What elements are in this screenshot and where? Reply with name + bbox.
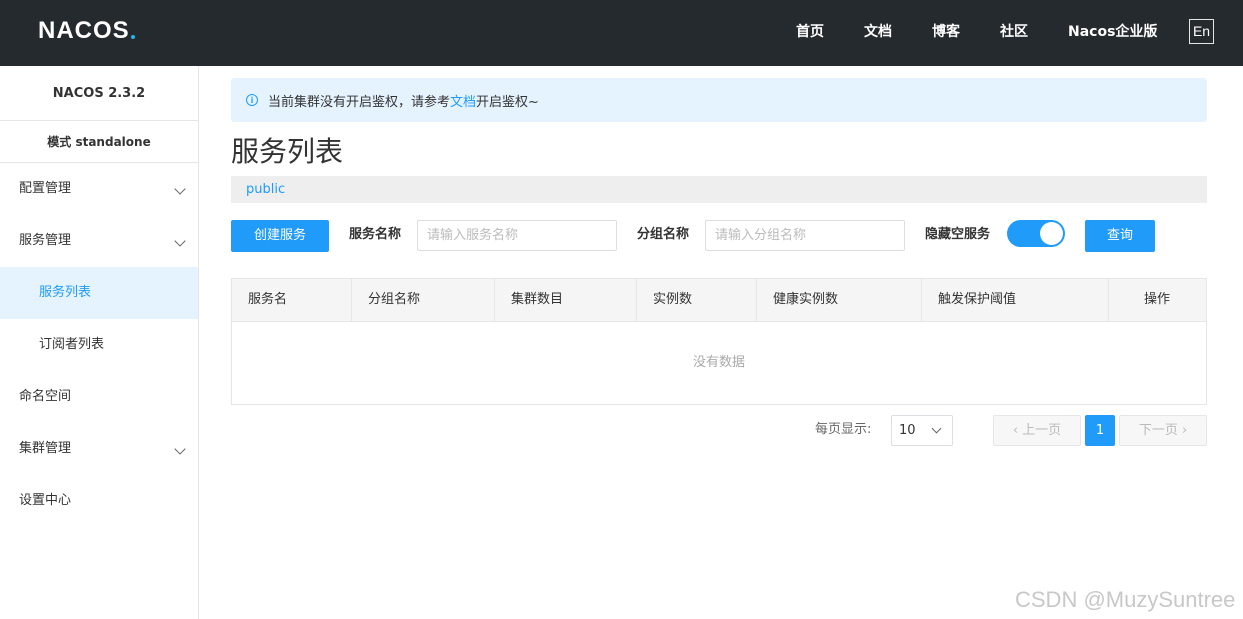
column-header-actions: 操作 bbox=[1144, 292, 1171, 307]
group-name-label: 分组名称 bbox=[637, 227, 690, 242]
prev-page-button[interactable]: ‹ 上一页 bbox=[993, 415, 1081, 446]
next-page-label: 下一页 bbox=[1138, 423, 1178, 438]
namespace-bar: public bbox=[231, 176, 1207, 203]
page-size-value: 10 bbox=[899, 423, 916, 438]
group-name-input[interactable]: 请输入分组名称 bbox=[705, 220, 905, 251]
chevron-down-icon bbox=[174, 183, 186, 195]
namespace-public[interactable]: public bbox=[246, 182, 285, 197]
nav-docs[interactable]: 文档 bbox=[864, 22, 892, 42]
hide-empty-toggle[interactable] bbox=[1007, 220, 1065, 247]
sidebar-item-service-list[interactable]: 服务列表 bbox=[0, 267, 198, 319]
version-label: NACOS 2.3.2 bbox=[0, 66, 198, 121]
sidebar-item-namespace[interactable]: 命名空间 bbox=[0, 371, 198, 423]
chevron-down-icon bbox=[931, 423, 942, 434]
watermark-text: CSDN @MuzySuntree bbox=[1015, 587, 1236, 612]
column-header-protect-threshold[interactable]: 触发保护阈值 bbox=[922, 279, 1109, 321]
docs-link[interactable]: 文档 bbox=[450, 91, 476, 110]
nav-blog[interactable]: 博客 bbox=[932, 22, 960, 42]
sidebar: NACOS 2.3.2 模式 standalone 配置管理 服务管理 服务列表… bbox=[0, 66, 199, 619]
table-header: 服务名 分组名称 集群数目 实例数 健康实例数 触发保护阈值 操作 bbox=[232, 279, 1206, 322]
query-button[interactable]: 查询 bbox=[1085, 220, 1155, 252]
sidebar-item-label: 配置管理 bbox=[19, 181, 72, 196]
sidebar-item-label: 集群管理 bbox=[19, 441, 72, 456]
sidebar-item-label: 设置中心 bbox=[19, 493, 72, 508]
page-size-select[interactable]: 10 bbox=[891, 415, 953, 446]
sidebar-item-config-management[interactable]: 配置管理 bbox=[0, 163, 198, 215]
page-title: 服务列表 bbox=[231, 135, 344, 168]
language-toggle-button[interactable]: En bbox=[1189, 19, 1214, 44]
top-navbar: NACOS 首页 文档 博客 社区 Nacos企业版 En bbox=[0, 0, 1243, 66]
sidebar-item-subscriber-list[interactable]: 订阅者列表 bbox=[0, 319, 198, 371]
info-icon: i bbox=[246, 94, 258, 106]
auth-notice: i 当前集群没有开启鉴权，请参考 文档 开启鉴权~ bbox=[231, 78, 1207, 122]
page-size-label: 每页显示: bbox=[815, 422, 872, 437]
column-header-cluster-count[interactable]: 集群数目 bbox=[495, 279, 637, 321]
sidebar-item-settings[interactable]: 设置中心 bbox=[0, 475, 198, 527]
sidebar-item-service-management[interactable]: 服务管理 bbox=[0, 215, 198, 267]
next-page-button[interactable]: 下一页 › bbox=[1119, 415, 1207, 446]
logo-text: NACOS bbox=[38, 17, 130, 44]
service-name-label: 服务名称 bbox=[349, 227, 402, 242]
notice-suffix: 开启鉴权~ bbox=[476, 94, 539, 110]
notice-prefix: 当前集群没有开启鉴权，请参考 bbox=[268, 94, 451, 110]
chevron-down-icon bbox=[174, 235, 186, 247]
sidebar-item-label: 服务列表 bbox=[39, 285, 92, 300]
nav-home[interactable]: 首页 bbox=[796, 22, 824, 42]
create-service-button[interactable]: 创建服务 bbox=[231, 220, 329, 252]
nav-community[interactable]: 社区 bbox=[1000, 22, 1028, 42]
toggle-knob bbox=[1040, 222, 1063, 245]
empty-state-text: 没有数据 bbox=[692, 355, 745, 370]
sidebar-item-label: 服务管理 bbox=[19, 233, 72, 248]
hide-empty-label: 隐藏空服务 bbox=[925, 227, 991, 242]
column-header-service-name[interactable]: 服务名 bbox=[232, 279, 352, 321]
sidebar-item-label: 订阅者列表 bbox=[39, 337, 105, 352]
logo-dot-icon bbox=[131, 35, 135, 39]
prev-page-label: 上一页 bbox=[1022, 423, 1062, 438]
service-name-input[interactable]: 请输入服务名称 bbox=[417, 220, 617, 251]
chevron-left-icon: ‹ bbox=[1012, 423, 1019, 438]
nacos-logo[interactable]: NACOS bbox=[38, 16, 130, 46]
nav-enterprise[interactable]: Nacos企业版 bbox=[1068, 22, 1157, 42]
current-page-button[interactable]: 1 bbox=[1085, 415, 1115, 446]
chevron-right-icon: › bbox=[1181, 423, 1188, 438]
sidebar-item-label: 命名空间 bbox=[19, 389, 72, 404]
column-header-healthy-instances[interactable]: 健康实例数 bbox=[757, 279, 922, 321]
service-table: 服务名 分组名称 集群数目 实例数 健康实例数 触发保护阈值 操作 没有数据 bbox=[231, 278, 1207, 405]
mode-label: 模式 standalone bbox=[0, 121, 198, 163]
sidebar-item-cluster-management[interactable]: 集群管理 bbox=[0, 423, 198, 475]
column-header-group-name[interactable]: 分组名称 bbox=[352, 279, 495, 321]
chevron-down-icon bbox=[174, 443, 186, 455]
column-header-instance-count[interactable]: 实例数 bbox=[637, 279, 757, 321]
